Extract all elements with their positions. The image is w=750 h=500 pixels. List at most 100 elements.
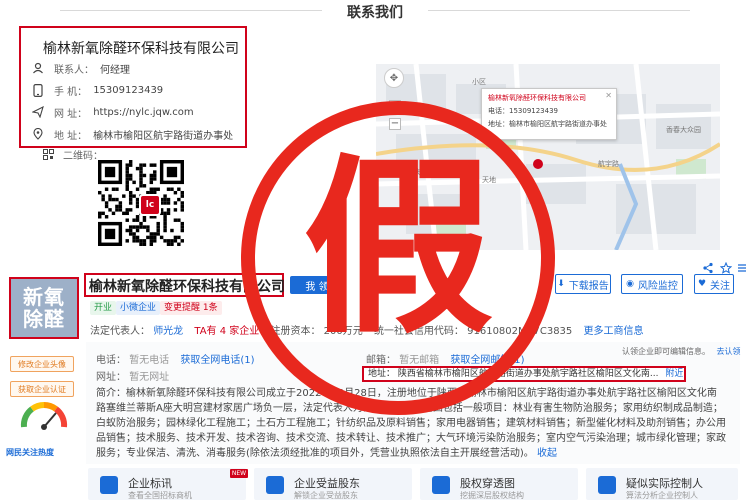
map-zoom-in-button[interactable]: + [389, 100, 401, 112]
section-header: 联系我们 [0, 0, 750, 22]
risk-monitor-button[interactable]: ◉ 风险监控 [621, 274, 683, 294]
popup-close-icon[interactable]: ✕ [605, 91, 612, 100]
edit-avatar-button[interactable]: 修改企业头像 [10, 356, 74, 372]
phone-label: 电话： [96, 355, 126, 366]
company-intro: 简介：榆林新氧除醛环保科技有限公司成立于2022年03月28日，注册地位于陕西省… [96, 386, 726, 461]
legal-extra-link[interactable]: TA有 4 家企业 [194, 326, 259, 337]
qr-label-row: 二维码： [43, 147, 103, 162]
popup-address: 地址：榆林市榆阳区航宇路街道办事处 [488, 120, 607, 128]
popup-title: 榆林新氧除醛环保科技有限公司 [488, 94, 586, 102]
paper-plane-icon [31, 105, 45, 119]
card-title: 企业标讯 [128, 477, 172, 490]
logo-line-1: 新氧 [23, 285, 65, 309]
contact-website-row: 网 址： https://nylc.jqw.com [31, 104, 194, 120]
website-value: 暂无网址 [129, 372, 170, 383]
contact-website-value[interactable]: https://nylc.jqw.com [93, 107, 193, 118]
map-zoom-out-button[interactable]: − [389, 118, 401, 130]
legal-info-row: 法定代表人： 师光龙 TA有 4 家企业 注册资本： 200万元 统一社会信用代… [90, 322, 643, 337]
eye-icon: ◉ [626, 279, 634, 289]
contact-address-value: 榆林市榆阳区航宇路街道办事处 [93, 130, 234, 142]
email-link[interactable]: 获取全网邮箱(1) [450, 355, 524, 366]
contact-address-label: 地 址： [54, 130, 88, 142]
qr-icon [43, 148, 55, 161]
logo-line-2: 除醛 [23, 307, 65, 331]
card-equity[interactable]: 股权穿透图 挖掘深层股权结构 [420, 468, 578, 500]
card-sub: 算法分析企业控制人 [626, 491, 698, 500]
bidding-icon [100, 476, 118, 494]
new-badge: NEW [230, 469, 248, 478]
map-label: 香春大众园 [666, 125, 701, 134]
intro-label: 简介： [96, 388, 126, 399]
qr-center-logo: lc [139, 194, 161, 216]
contact-phone-row: 手 机： 15309123439 [31, 82, 163, 98]
controller-icon [598, 476, 616, 494]
card-title: 股权穿透图 [460, 477, 515, 490]
card-beneficiary[interactable]: 企业受益股东 解锁企业受益股东 [254, 468, 412, 500]
more-info-link[interactable]: 更多工商信息 [583, 326, 643, 337]
phone-icon [31, 83, 45, 97]
website-row: 网址： 暂无网址 [96, 368, 169, 383]
nearby-companies-link[interactable]: 附近公司 [665, 369, 684, 379]
legal-label: 法定代表人： [90, 326, 150, 337]
card-sub: 解锁企业受益股东 [294, 491, 358, 500]
change-alert-badge[interactable]: 变更提醒 1条 [160, 301, 222, 315]
map-pan-control[interactable]: ✥ [384, 68, 404, 88]
map-info-popup: ✕ 榆林新氧除醛环保科技有限公司 电话：15309123439 地址：榆林市榆阳… [481, 88, 617, 140]
contact-company-name: 榆林新氧除醛环保科技有限公司 [43, 41, 239, 57]
risk-monitor-label: 风险监控 [637, 280, 678, 292]
follow-label: 关注 [710, 280, 731, 292]
phone-link[interactable]: 获取全网电话(1) [180, 355, 254, 366]
legal-name-link[interactable]: 师光龙 [153, 326, 183, 337]
credit-label: 统一社会信用代码： [373, 326, 464, 337]
card-title: 企业受益股东 [294, 477, 360, 490]
map-label: 小区 [472, 77, 486, 86]
equity-icon [432, 476, 450, 494]
qr-label: 二维码： [63, 151, 103, 162]
collapse-link[interactable]: 收起 [537, 448, 557, 459]
address-value: 陕西省榆林市榆阳区航宇路街道办事处航宇路社区榆阳区文化南... [397, 369, 659, 379]
popup-phone: 电话：15309123439 [488, 107, 558, 115]
company-name: 榆林新氧除醛环保科技有限公司 [89, 279, 285, 295]
card-sub: 查看全国招标商机 [128, 491, 192, 500]
download-report-label: 下载报告 [568, 280, 609, 292]
beneficiary-icon [266, 476, 284, 494]
card-title: 疑似实际控制人 [626, 477, 703, 490]
website-label: 网址： [96, 372, 126, 383]
contact-person-label: 联系人： [54, 64, 94, 76]
status-badge: 开业 [90, 301, 117, 315]
contact-person-value: 何经理 [100, 64, 130, 76]
star-icon[interactable] [720, 262, 732, 274]
contact-person-row: 联系人： 何经理 [31, 60, 130, 76]
claim-note: 认领企业即可编辑信息。 去认领 [622, 346, 741, 357]
type-badge: 小微企业 [116, 301, 161, 315]
address-highlight: 地址： 陕西省榆林市榆阳区航宇路街道办事处航宇路社区榆阳区文化南... 附近公司 [362, 366, 686, 382]
contact-phone-label: 手 机： [54, 86, 88, 98]
follow-button[interactable]: ♥ 关注 [694, 274, 734, 294]
email-value: 暂无邮箱 [399, 355, 440, 366]
card-bidding[interactable]: 企业标讯 查看全国招标商机 [88, 468, 246, 500]
contact-address-row: 地 址： 榆林市榆阳区航宇路街道办事处 [31, 126, 233, 142]
company-logo: 新氧 除醛 [9, 277, 79, 339]
credit-value: 91610802MA7C3835 [467, 326, 573, 337]
menu-icon[interactable] [736, 262, 748, 274]
company-name-highlight: 榆林新氧除醛环保科技有限公司 [84, 273, 285, 297]
card-controller[interactable]: 疑似实际控制人 算法分析企业控制人 [586, 468, 738, 500]
map-label: 富陕 [406, 167, 420, 176]
user-icon [31, 61, 45, 75]
phone-value: 暂无电话 [129, 355, 170, 366]
map-label: 航宇路 [598, 159, 619, 168]
contact-card: 榆林新氧除醛环保科技有限公司 联系人： 何经理 手 机： 15309123439… [19, 26, 247, 148]
divider-right [428, 10, 690, 11]
attention-gauge-label: 网民关注热度 [6, 448, 54, 457]
share-icon[interactable] [702, 262, 714, 274]
download-icon: ⬇ [557, 279, 565, 289]
email-label: 邮箱： [366, 355, 396, 366]
phone-row: 电话： 暂无电话 获取全网电话(1) [96, 351, 255, 366]
capital-label: 注册资本： [270, 326, 321, 337]
download-report-button[interactable]: ⬇ 下载报告 [555, 274, 611, 294]
address-label: 地址： [368, 369, 396, 379]
contact-phone-value: 15309123439 [93, 84, 164, 96]
location-icon [31, 127, 45, 141]
claim-link[interactable]: 去认领 [717, 347, 741, 356]
claim-button[interactable]: 我 领 [290, 276, 344, 294]
